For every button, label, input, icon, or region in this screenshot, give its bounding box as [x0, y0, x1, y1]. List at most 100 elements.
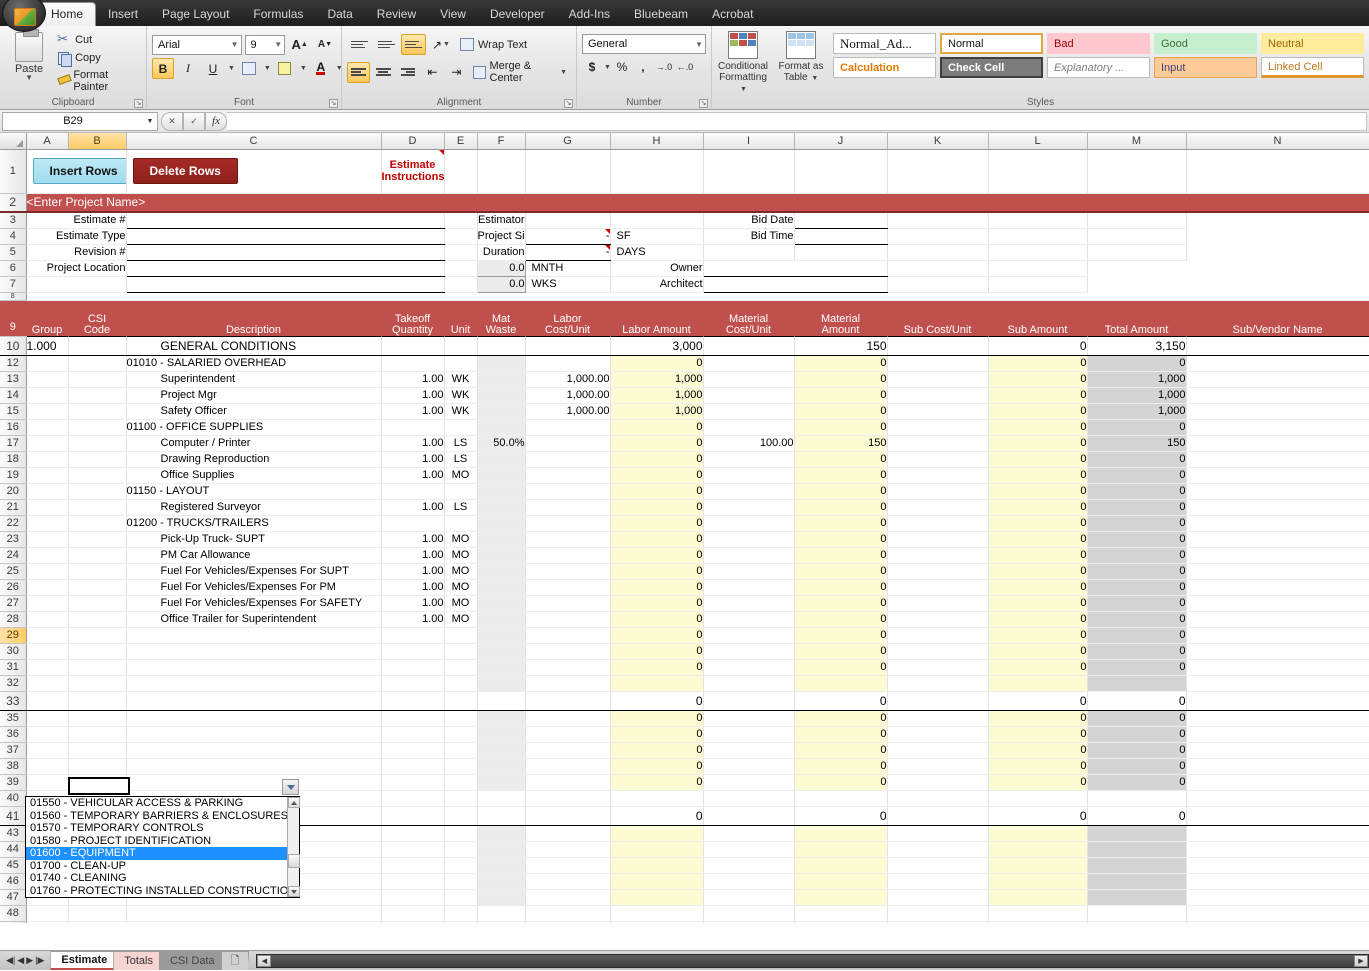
cell-J46[interactable]: [794, 873, 887, 889]
cell-G46[interactable]: [525, 873, 610, 889]
cell-J26[interactable]: 0: [794, 579, 887, 595]
cell-K26[interactable]: [887, 579, 988, 595]
cell-G48[interactable]: [525, 905, 610, 921]
cell-J29[interactable]: 0: [794, 627, 887, 643]
cell-G32[interactable]: [525, 675, 610, 691]
cell-E21[interactable]: LS: [444, 499, 477, 515]
cell-D14[interactable]: 1.00: [381, 387, 444, 403]
cell-L33[interactable]: 0: [988, 691, 1087, 710]
cell-C27[interactable]: Fuel For Vehicles/Expenses For SAFETY: [126, 595, 381, 611]
cell-D26[interactable]: 1.00: [381, 579, 444, 595]
cell-D44[interactable]: [381, 841, 444, 857]
cell-I37[interactable]: [703, 742, 794, 758]
cell-M36[interactable]: 0: [1087, 726, 1186, 742]
cell-B33[interactable]: [68, 691, 126, 710]
cell-L31[interactable]: 0: [988, 659, 1087, 675]
cell-F24[interactable]: [477, 547, 525, 563]
cell-A27[interactable]: [26, 595, 68, 611]
cell-L16[interactable]: 0: [988, 419, 1087, 435]
cell-D48[interactable]: [381, 905, 444, 921]
cell-F39[interactable]: [477, 774, 525, 790]
cell-A26[interactable]: [26, 579, 68, 595]
ribbon-tab-add-ins[interactable]: Add-Ins: [557, 3, 622, 26]
cell-C31[interactable]: [126, 659, 381, 675]
cell-l1[interactable]: [988, 149, 1087, 193]
dropdown-option[interactable]: 01760 - PROTECTING INSTALLED CONSTRUCTIO…: [26, 885, 299, 898]
cell-f7[interactable]: [444, 276, 477, 292]
cell-F16[interactable]: [477, 419, 525, 435]
cell-H29[interactable]: 0: [610, 627, 703, 643]
cell-B18[interactable]: [68, 451, 126, 467]
row-header-9[interactable]: 9: [0, 300, 26, 336]
field-duration[interactable]: -: [525, 244, 610, 260]
cell-I17[interactable]: 100.00: [703, 435, 794, 451]
cell-H21[interactable]: 0: [610, 499, 703, 515]
cell-E46[interactable]: [444, 873, 477, 889]
cell-C29[interactable]: [126, 627, 381, 643]
cell-I41[interactable]: [703, 806, 794, 825]
cell-K22[interactable]: [887, 515, 988, 531]
cell-F38[interactable]: [477, 758, 525, 774]
sheet-tab-estimate[interactable]: Estimate: [50, 951, 120, 970]
cell-K29[interactable]: [887, 627, 988, 643]
orientation-button[interactable]: ↗▼: [428, 34, 454, 55]
cell-N37[interactable]: [1186, 742, 1369, 758]
cell-L23[interactable]: 0: [988, 531, 1087, 547]
cell-J22[interactable]: 0: [794, 515, 887, 531]
column-header-n[interactable]: N: [1186, 133, 1369, 149]
cell-g1[interactable]: [525, 149, 610, 193]
cell-H36[interactable]: 0: [610, 726, 703, 742]
cell-G29[interactable]: [525, 627, 610, 643]
cell-G20[interactable]: [525, 483, 610, 499]
cell-F20[interactable]: [477, 483, 525, 499]
cell-F28[interactable]: [477, 611, 525, 627]
cell-L26[interactable]: 0: [988, 579, 1087, 595]
cell-D28[interactable]: 1.00: [381, 611, 444, 627]
cell-N33[interactable]: [1186, 691, 1369, 710]
cell-n6[interactable]: [988, 260, 1087, 276]
row-header-21[interactable]: 21: [0, 499, 26, 515]
cell-C13[interactable]: Superintendent: [126, 371, 381, 387]
cell-L46[interactable]: [988, 873, 1087, 889]
cell-n1[interactable]: [1186, 149, 1369, 193]
cell-M32[interactable]: [1087, 675, 1186, 691]
cell-N38[interactable]: [1186, 758, 1369, 774]
cell-K18[interactable]: [887, 451, 988, 467]
cell-J40[interactable]: [794, 790, 887, 806]
chevron-down-icon[interactable]: ▼: [691, 40, 703, 49]
chevron-down-icon[interactable]: ▼: [270, 40, 282, 49]
cell-K48[interactable]: [887, 905, 988, 921]
cell-G19[interactable]: [525, 467, 610, 483]
cell-L17[interactable]: 0: [988, 435, 1087, 451]
increase-indent-button[interactable]: ⇥: [445, 62, 467, 83]
cell-G18[interactable]: [525, 451, 610, 467]
cell-B48[interactable]: [68, 905, 126, 921]
cell-D41[interactable]: [381, 806, 444, 825]
format-painter-button[interactable]: Format Painter: [53, 67, 141, 95]
cell-J19[interactable]: 0: [794, 467, 887, 483]
cell-C32[interactable]: [126, 675, 381, 691]
cell-G22[interactable]: [525, 515, 610, 531]
cell-J41[interactable]: 0: [794, 806, 887, 825]
row-header-4[interactable]: 4: [0, 228, 26, 244]
cell-F41[interactable]: [477, 806, 525, 825]
cell-L29[interactable]: 0: [988, 627, 1087, 643]
cell-E33[interactable]: [444, 691, 477, 710]
cell-B29[interactable]: [68, 627, 126, 643]
cell-L22[interactable]: 0: [988, 515, 1087, 531]
cell-K39[interactable]: [887, 774, 988, 790]
cell-G31[interactable]: [525, 659, 610, 675]
cell-C23[interactable]: Pick-Up Truck- SUPT: [126, 531, 381, 547]
cell-H24[interactable]: 0: [610, 547, 703, 563]
cell-I10[interactable]: [703, 336, 794, 355]
fill-color-button[interactable]: [274, 58, 296, 79]
ribbon-tab-page-layout[interactable]: Page Layout: [150, 3, 241, 26]
cell-F33[interactable]: [477, 691, 525, 710]
cell-J15[interactable]: 0: [794, 403, 887, 419]
cell-J20[interactable]: 0: [794, 483, 887, 499]
row-header-18[interactable]: 18: [0, 451, 26, 467]
cell-D22[interactable]: [381, 515, 444, 531]
row-header-39[interactable]: 39: [0, 774, 26, 790]
cell-N17[interactable]: [1186, 435, 1369, 451]
cell-F12[interactable]: [477, 355, 525, 371]
